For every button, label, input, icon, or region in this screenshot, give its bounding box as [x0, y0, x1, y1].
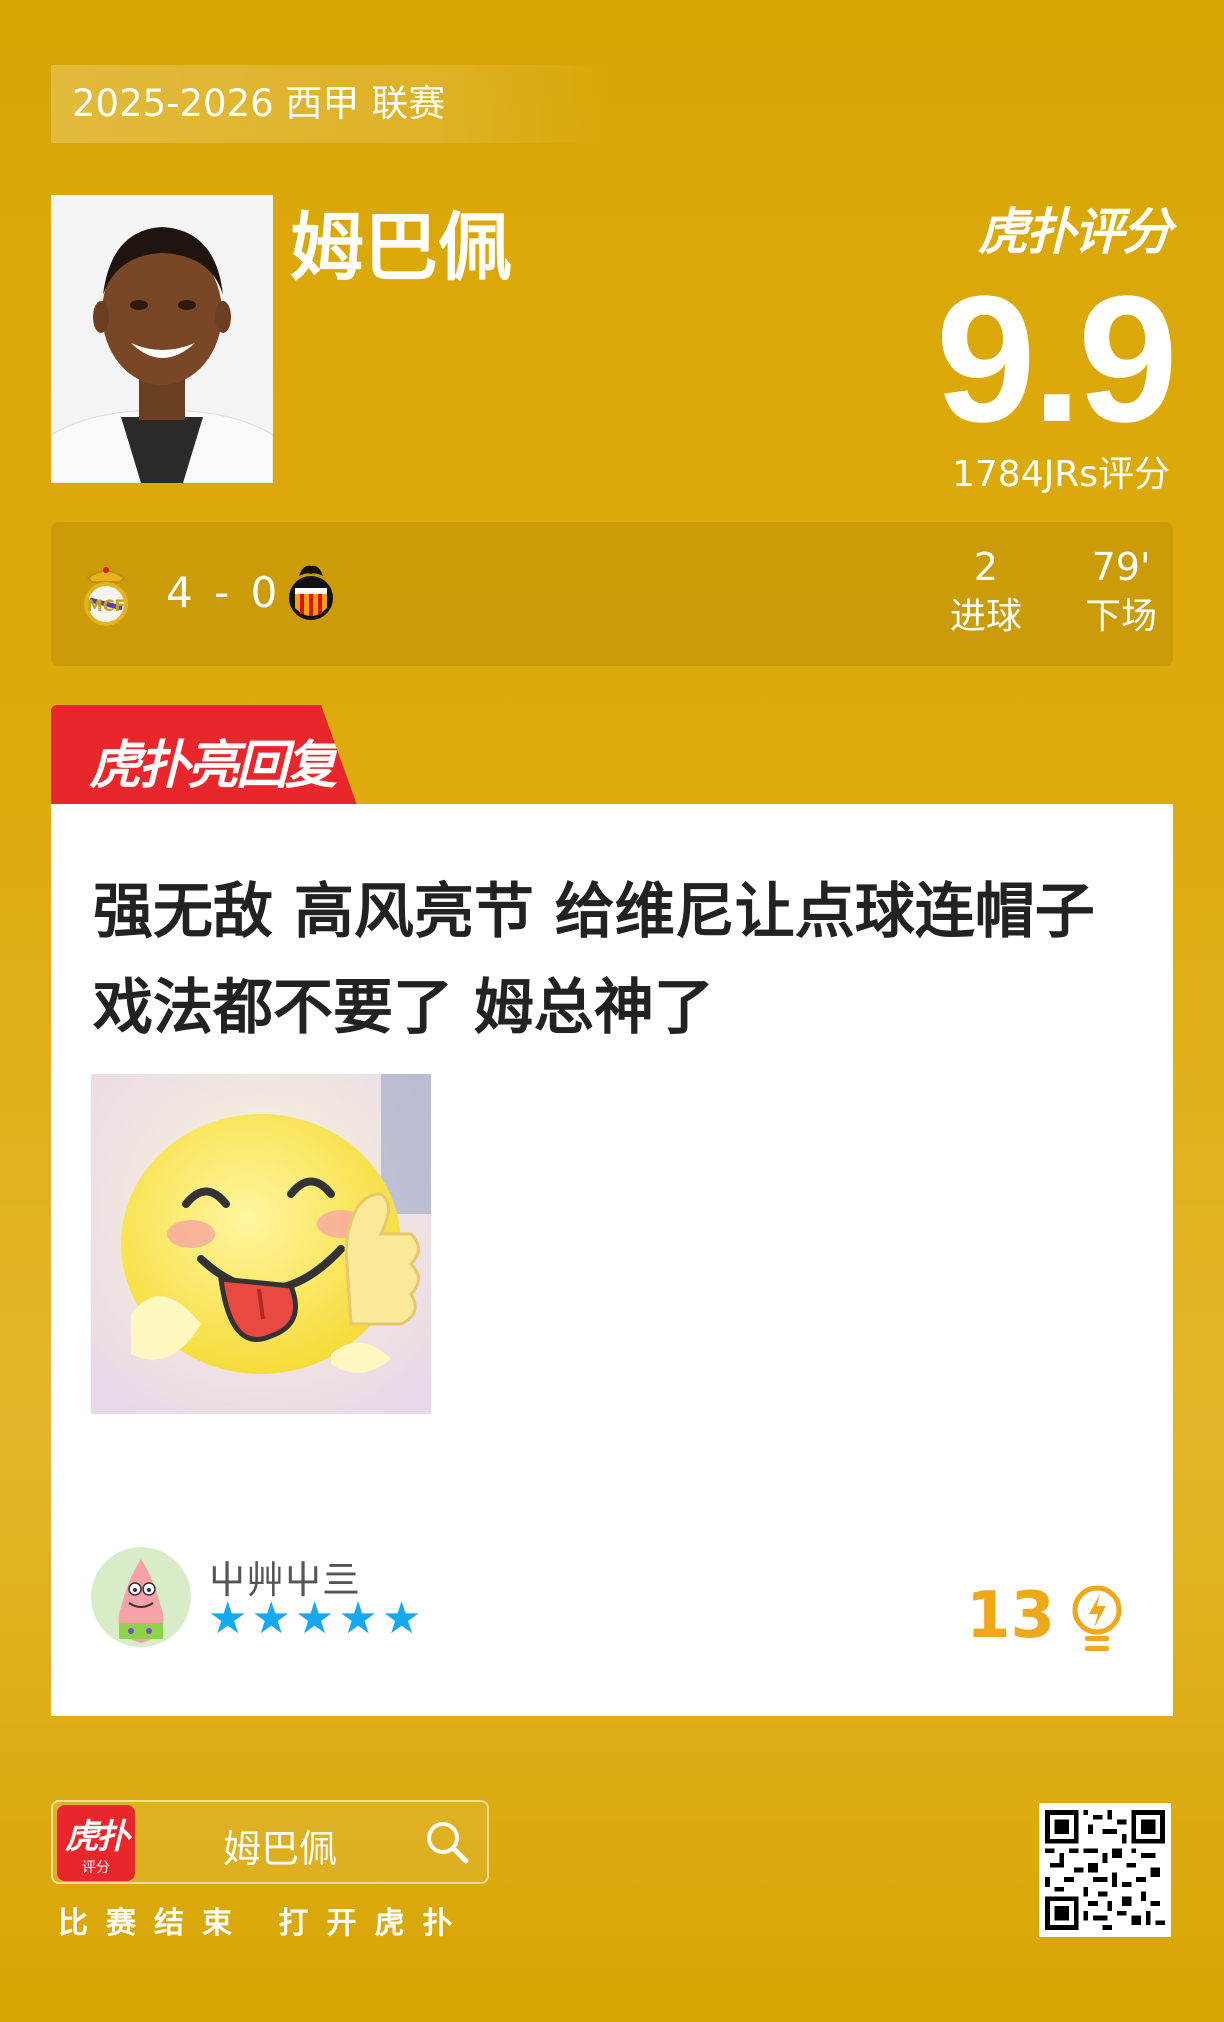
thumbs-up-emoji-sticker — [91, 1074, 431, 1414]
svg-text:MCF: MCF — [87, 596, 126, 615]
hupu-app-logo: 虎扑 评分 — [57, 1805, 135, 1881]
reply-card[interactable]: 强无敌 高风亮节 给维尼让点球连帽子戏法都不要了 姆总神了 屮艸屮亖 ★ ★ ★… — [51, 804, 1173, 1716]
hupu-rating-logo: 虎扑评分 — [978, 203, 1172, 261]
substituted-stat: 79' 下场 — [1061, 542, 1181, 642]
star-icon: ★ — [294, 1593, 335, 1644]
season-label: 2025-2026 西甲 联赛 — [51, 65, 611, 143]
footer-tagline: 比赛结束 打开虎扑 — [58, 1906, 471, 1941]
valencia-crest-icon — [289, 565, 333, 620]
star-icon: ★ — [381, 1593, 422, 1644]
goals-stat: 2 进球 — [931, 542, 1041, 642]
rating-score: 9.9 — [935, 259, 1178, 460]
hupu-logo-subtext: 评分 — [82, 1860, 110, 1876]
player-photo — [51, 195, 273, 483]
goals-value: 2 — [973, 545, 999, 589]
search-keyword: 姆巴佩 — [223, 1827, 338, 1871]
hupu-search-bar[interactable]: 虎扑 评分 姆巴佩 — [51, 1800, 489, 1884]
goals-label: 进球 — [949, 596, 1022, 637]
player-name: 姆巴佩 — [290, 205, 512, 291]
search-icon[interactable] — [423, 1818, 471, 1866]
star-icon: ★ — [338, 1593, 378, 1644]
star-icon: ★ — [208, 1593, 248, 1644]
real-madrid-crest-icon: MCF — [84, 567, 128, 626]
highlight-reply-label: 虎扑亮回复 — [89, 736, 337, 796]
match-summary: MCF 4 - 0 2 进球 79' 下场 — [51, 522, 1173, 666]
likes-count: 13 — [965, 1579, 1055, 1653]
highlight-reply-tab: 虎扑亮回复 — [51, 705, 357, 805]
avatar[interactable] — [91, 1547, 191, 1647]
star-icon: ★ — [251, 1593, 291, 1644]
substituted-value: 79' — [1091, 545, 1151, 589]
user-rating-stars: ★ ★ ★ ★ ★ — [208, 1596, 421, 1642]
qr-code — [1039, 1803, 1171, 1937]
comment-text: 强无敌 高风亮节 给维尼让点球连帽子戏法都不要了 姆总神了 — [93, 877, 1095, 1043]
hupu-logo-text: 虎扑 — [65, 1817, 130, 1857]
match-score: 4 - 0 — [166, 568, 282, 617]
lightbulb-icon[interactable] — [1069, 1584, 1125, 1656]
rating-count: 1784JRs评分 — [951, 454, 1170, 495]
substituted-label: 下场 — [1084, 596, 1157, 637]
